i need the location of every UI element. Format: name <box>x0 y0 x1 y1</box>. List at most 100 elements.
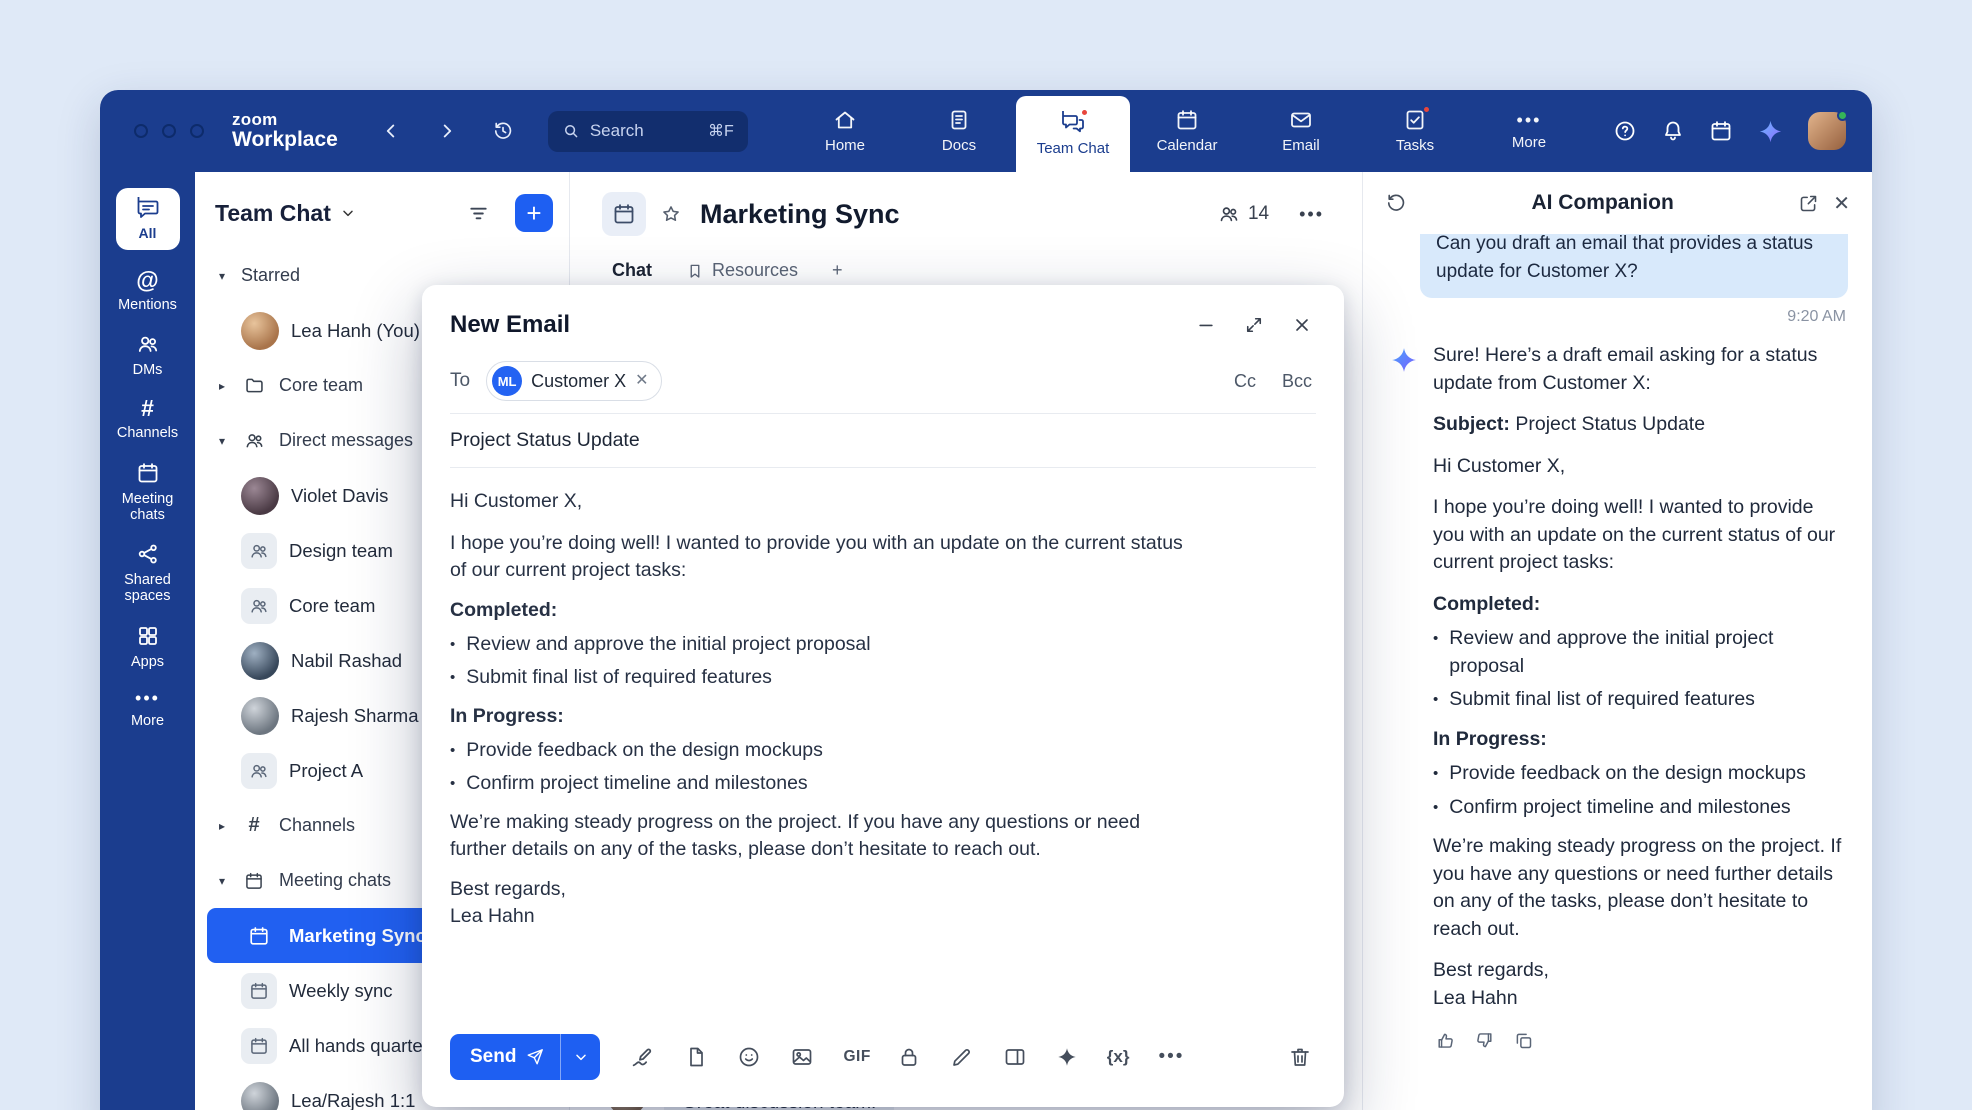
chat-bubble-icon <box>136 197 160 221</box>
expand-icon <box>1244 315 1264 335</box>
discard-button[interactable] <box>1288 1045 1312 1069</box>
emoji-button[interactable] <box>737 1045 761 1069</box>
chat-item-label: Lea Hanh (You) <box>291 320 420 342</box>
team-icon <box>241 588 277 624</box>
rail-item-mentions[interactable]: @ Mentions <box>105 269 191 313</box>
forward-button[interactable] <box>436 120 458 142</box>
more-tools-button[interactable]: ••• <box>1158 1046 1184 1068</box>
minimize-button[interactable] <box>1196 315 1216 335</box>
close-button[interactable] <box>1292 315 1312 335</box>
nav-calendar[interactable]: Calendar <box>1130 90 1244 172</box>
nav-more[interactable]: ••• More <box>1472 90 1586 172</box>
subject-field[interactable]: Project Status Update <box>422 414 1344 467</box>
template-button[interactable] <box>684 1045 708 1069</box>
thumbs-down-button[interactable] <box>1474 1030 1495 1051</box>
image-button[interactable] <box>790 1045 814 1069</box>
encrypt-button[interactable] <box>897 1045 921 1069</box>
recipient-avatar: ML <box>492 366 522 396</box>
recipient-chip[interactable]: ML Customer X ✕ <box>486 361 661 401</box>
more-options-button[interactable]: ••• <box>1299 205 1324 223</box>
hash-icon: # <box>241 814 267 837</box>
avatar <box>241 1082 279 1110</box>
rail-item-channels[interactable]: # Channels <box>105 397 191 441</box>
close-icon <box>1292 315 1312 335</box>
chat-item-label: Violet Davis <box>291 485 388 507</box>
open-in-new-button[interactable] <box>1798 193 1819 214</box>
to-label: To <box>450 370 470 392</box>
rail-item-meeting-chats[interactable]: Meeting chats <box>105 461 191 523</box>
bell-icon <box>1661 119 1685 143</box>
meeting-icon <box>241 973 277 1009</box>
rail-label: Meeting chats <box>105 491 191 523</box>
ai-assist-button[interactable] <box>1056 1046 1078 1068</box>
ai-intro: Sure! Here’s a draft email asking for a … <box>1433 342 1848 397</box>
history-button[interactable] <box>492 120 514 142</box>
window-dot[interactable] <box>162 124 176 138</box>
copy-button[interactable] <box>1513 1030 1534 1051</box>
send-options-button[interactable] <box>560 1034 600 1080</box>
star-button[interactable] <box>660 203 682 225</box>
section-label: Meeting chats <box>279 870 391 891</box>
window-controls[interactable] <box>134 124 204 138</box>
nav-team-chat[interactable]: Team Chat <box>1016 96 1130 172</box>
file-icon <box>684 1045 708 1069</box>
tab-chat[interactable]: Chat <box>612 260 652 281</box>
meeting-chat-icon <box>602 192 646 236</box>
list-item: Confirm project timeline and milestones <box>450 770 1190 797</box>
rail-item-all[interactable]: All <box>116 188 180 250</box>
ai-response: Sure! Here’s a draft email asking for a … <box>1433 342 1848 1051</box>
ai-close-button[interactable]: ✕ <box>1833 191 1850 216</box>
rail-item-apps[interactable]: Apps <box>105 624 191 670</box>
ai-history-button[interactable] <box>1385 192 1407 214</box>
list-item: Review and approve the initial project p… <box>450 631 1190 658</box>
nav-tasks[interactable]: Tasks <box>1358 90 1472 172</box>
tab-resources[interactable]: Resources <box>686 260 798 281</box>
expand-button[interactable] <box>1244 315 1264 335</box>
window-dot[interactable] <box>190 124 204 138</box>
thumbs-up-button[interactable] <box>1435 1030 1456 1051</box>
add-tab-button[interactable]: + <box>832 260 843 281</box>
back-icon <box>380 120 402 142</box>
members-button[interactable]: 14 <box>1218 203 1269 225</box>
rail-item-shared-spaces[interactable]: Shared spaces <box>105 542 191 604</box>
gif-button[interactable]: GIF <box>843 1048 870 1066</box>
section-label: Core team <box>279 375 363 396</box>
nav-docs[interactable]: Docs <box>902 90 1016 172</box>
sidebar-title[interactable]: Team Chat <box>215 200 331 227</box>
help-button[interactable] <box>1613 119 1637 143</box>
remove-recipient-icon[interactable]: ✕ <box>635 373 648 389</box>
layout-button[interactable] <box>1003 1045 1027 1069</box>
meetings-button[interactable] <box>1709 119 1733 143</box>
cc-button[interactable]: Cc <box>1234 371 1256 392</box>
edit-button[interactable] <box>950 1045 974 1069</box>
ai-companion-button[interactable] <box>1757 118 1784 145</box>
notifications-button[interactable] <box>1661 119 1685 143</box>
variables-button[interactable]: {x} <box>1107 1047 1130 1067</box>
rail-item-more[interactable]: ••• More <box>105 689 191 729</box>
bcc-button[interactable]: Bcc <box>1282 371 1312 392</box>
team-icon <box>241 753 277 789</box>
open-in-new-icon <box>1798 193 1819 214</box>
chevron-down-icon[interactable] <box>340 205 356 221</box>
list-item: Confirm project timeline and milestones <box>1433 794 1848 822</box>
email-greeting: Hi Customer X, <box>450 488 1190 515</box>
back-button[interactable] <box>380 120 402 142</box>
new-chat-button[interactable]: + <box>515 194 553 232</box>
feedback-row <box>1435 1030 1848 1051</box>
rail-label: Shared spaces <box>105 572 191 604</box>
signature-button[interactable] <box>630 1045 655 1070</box>
search-input[interactable]: Search ⌘F <box>548 111 748 152</box>
chat-item-label: Marketing Sync <box>289 925 426 947</box>
recipient-name: Customer X <box>531 371 626 392</box>
nav-email[interactable]: Email <box>1244 90 1358 172</box>
send-button[interactable]: Send <box>450 1034 560 1080</box>
user-avatar[interactable] <box>1808 112 1846 150</box>
email-body-editor[interactable]: Hi Customer X, I hope you’re doing well!… <box>422 468 1344 1015</box>
email-completed-label: Completed: <box>450 597 1190 624</box>
send-plane-icon <box>526 1048 544 1066</box>
nav-home[interactable]: Home <box>788 90 902 172</box>
filter-button[interactable] <box>467 202 490 225</box>
rail-item-dms[interactable]: DMs <box>105 332 191 378</box>
window-dot[interactable] <box>134 124 148 138</box>
rail-label: All <box>139 225 157 241</box>
